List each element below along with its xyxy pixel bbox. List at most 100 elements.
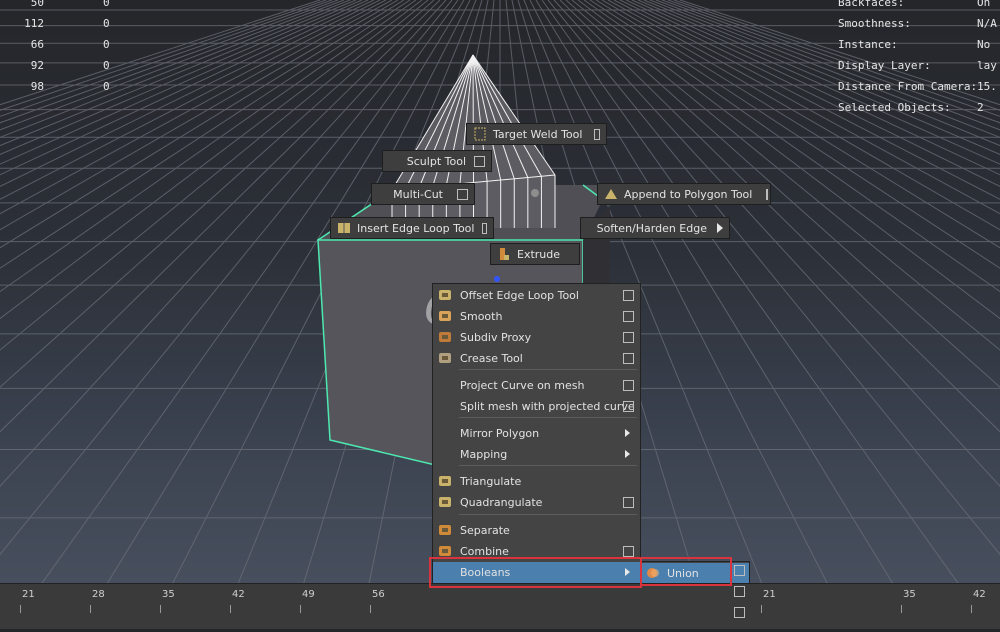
menu-item-label: Project Curve on mesh [460,379,585,392]
option-box[interactable] [623,353,634,364]
menu-item-label: Booleans [460,566,511,579]
option-box[interactable] [623,311,634,322]
hud-stat-value: 0 [103,38,110,51]
menu-item-label: Smooth [460,310,503,323]
separate-icon [438,523,452,537]
hud-info-value: 15. [977,80,997,93]
quadrangulate-icon [438,495,452,509]
menu-divider [459,417,637,418]
hud-stat-value: 50 [30,0,44,9]
menu-divider [459,369,637,370]
hud-info-label: Backfaces: [838,0,905,9]
hud-stat-value: 98 [30,80,44,93]
menu-item-label: Mapping [460,448,508,461]
menu-item-label: Separate [460,524,510,537]
menu-item-label: Quadrangulate [460,496,543,509]
append-to-polygon-tool-button[interactable]: Append to Polygon Tool [597,183,771,205]
timeline-frame-label: 35 [162,589,175,600]
timeline-tick [971,605,972,613]
subdiv-proxy-icon [438,330,452,344]
submenu-item-label: Union [667,567,699,580]
hud-info-value: lay [977,59,997,72]
menu-item-crease-tool[interactable]: Crease Tool [433,348,640,369]
option-box[interactable] [623,497,634,508]
option-box[interactable] [623,380,634,391]
menu-item-quadrangulate[interactable]: Quadrangulate [433,492,640,513]
menu-item-label: Offset Edge Loop Tool [460,289,579,302]
polygon-context-menu: Offset Edge Loop Tool Smooth Subdiv Proxy C… [432,283,641,628]
menu-item-offset-edge-loop-tool[interactable]: Offset Edge Loop Tool [433,285,640,306]
multi-cut-option-box[interactable] [457,188,468,200]
timeline-tick [20,605,21,613]
menu-item-mapping[interactable]: Mapping [433,444,640,465]
submenu-item-union[interactable]: Union [641,563,749,584]
option-box[interactable] [734,586,745,597]
hud-info-label: Distance From Camera: [838,80,978,93]
hud-stat-value: 0 [103,17,110,30]
time-slider[interactable]: 21 28 35 42 49 56 21 35 42 [0,583,1000,629]
timeline-tick [370,605,371,613]
menu-item-project-curve-on-mesh[interactable]: Project Curve on mesh [433,375,640,396]
timeline-tick [90,605,91,613]
soften-harden-edge-button[interactable]: Soften/Harden Edge [580,217,730,239]
menu-item-label: Combine [460,545,509,558]
hud-info-label: Instance: [838,38,898,51]
union-icon [646,566,660,580]
menu-item-split-mesh-with-projected-curve[interactable]: Split mesh with projected curve [433,396,640,417]
menu-divider [459,465,637,466]
timeline-tick [761,605,762,613]
menu-item-mirror-polygon[interactable]: Mirror Polygon [433,423,640,444]
menu-item-smooth[interactable]: Smooth [433,306,640,327]
option-box[interactable] [734,565,745,576]
timeline-frame-label: 28 [92,589,105,600]
append-polygon-icon [604,187,618,201]
hud-stat-value: 92 [30,59,44,72]
submenu-arrow-icon [625,429,630,437]
hud-stat-value: 0 [103,59,110,72]
timeline-tick [160,605,161,613]
menu-item-label: Subdiv Proxy [460,331,532,344]
hud-stat-value: 66 [30,38,44,51]
timeline-frame-label: 42 [232,589,245,600]
menu-item-combine[interactable]: Combine [433,541,640,562]
timeline-frame-label: 42 [973,589,986,600]
crease-tool-icon [438,351,452,365]
target-weld-tool-button[interactable]: Target Weld Tool [466,123,607,145]
option-box[interactable] [623,546,634,557]
append-polygon-option-box[interactable] [766,188,769,200]
menu-item-subdiv-proxy[interactable]: Subdiv Proxy [433,327,640,348]
submenu-arrow-icon [717,223,723,233]
submenu-arrow-icon [625,450,630,458]
extrude-icon [497,247,511,261]
sculpt-option-box[interactable] [474,155,485,167]
timeline-tick [230,605,231,613]
offset-edge-loop-icon [438,288,452,302]
hud-info-value: 2 [977,101,984,114]
menu-item-separate[interactable]: Separate [433,520,640,541]
timeline-frame-label: 21 [763,589,776,600]
target-weld-option-box[interactable] [594,128,600,140]
target-weld-icon [473,127,487,141]
menu-item-label: Split mesh with projected curve [460,400,635,413]
multi-cut-button[interactable]: Multi-Cut [371,183,475,205]
timeline-frame-label: 35 [903,589,916,600]
combine-icon [438,544,452,558]
hud-info-value: N/A [977,17,997,30]
sculpt-tool-button[interactable]: Sculpt Tool [382,150,492,172]
insert-edge-loop-tool-button[interactable]: Insert Edge Loop Tool [330,217,494,239]
extrude-button[interactable]: Extrude [490,243,580,265]
hud-info-label: Display Layer: [838,59,931,72]
option-box[interactable] [734,607,745,618]
smooth-icon [438,309,452,323]
triangulate-icon [438,474,452,488]
option-box[interactable] [623,332,634,343]
menu-item-triangulate[interactable]: Triangulate [433,471,640,492]
option-box[interactable] [623,401,634,412]
insert-edge-loop-option-box[interactable] [482,222,487,234]
timeline-frame-label: 49 [302,589,315,600]
insert-edge-loop-icon [337,221,351,235]
option-box[interactable] [623,290,634,301]
menu-item-label: Mirror Polygon [460,427,540,440]
hud-stat-value: 112 [24,17,44,30]
menu-item-booleans[interactable]: Booleans [433,562,640,583]
